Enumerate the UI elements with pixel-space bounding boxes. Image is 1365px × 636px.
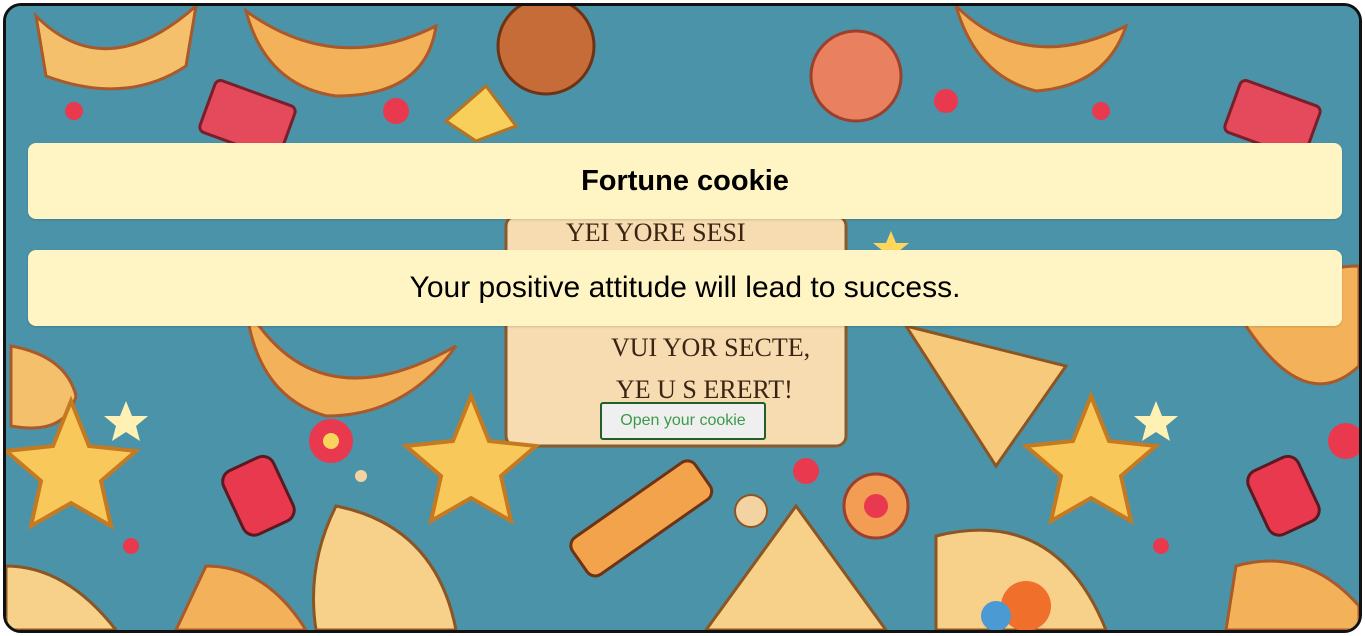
svg-text:YE U S ERERT!: YE U S ERERT! — [616, 375, 793, 404]
open-cookie-button[interactable]: Open your cookie — [600, 402, 766, 440]
svg-text:VUI YOR SECTE,: VUI YOR SECTE, — [611, 333, 810, 362]
fortune-panel: Your positive attitude will lead to succ… — [28, 250, 1342, 326]
page-title: Fortune cookie — [581, 164, 789, 197]
title-panel: Fortune cookie — [28, 143, 1342, 219]
svg-text:YEI YORE SESI: YEI YORE SESI — [566, 218, 746, 247]
app-frame: YEI YORE SESI VUI YOR SECTE, YE U S ERER… — [3, 3, 1362, 633]
fortune-message: Your positive attitude will lead to succ… — [409, 271, 961, 304]
